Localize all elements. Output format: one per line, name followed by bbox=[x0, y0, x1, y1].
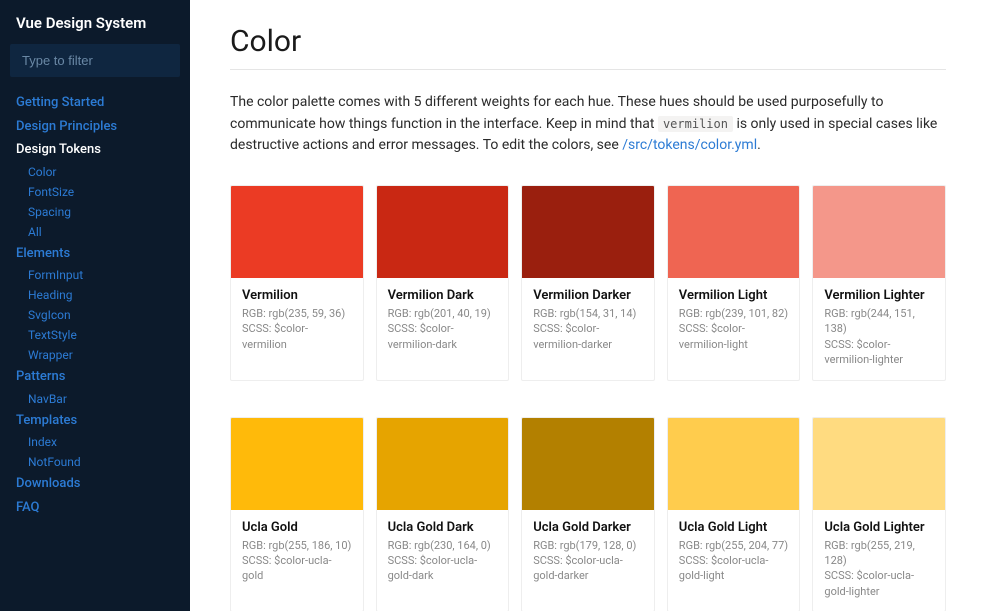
swatch-container: VermilionRGB: rgb(235, 59, 36)SCSS: $col… bbox=[230, 185, 946, 611]
app-title: Vue Design System bbox=[0, 14, 190, 44]
swatch-scss: SCSS: $color-vermilion bbox=[242, 321, 352, 352]
swatch-color bbox=[668, 186, 800, 278]
swatch-rgb: RGB: rgb(255, 186, 10) bbox=[242, 538, 352, 553]
swatch-name: Ucla Gold Darker bbox=[533, 520, 643, 535]
title-divider bbox=[230, 69, 946, 70]
nav-sub: IndexNotFound bbox=[0, 432, 190, 472]
swatch-info: Ucla Gold Light RGB: rgb(255, 204, 77)SCS… bbox=[668, 510, 800, 596]
nav-item-templates[interactable]: Templates bbox=[0, 409, 190, 433]
swatch-scss: SCSS: $color-vermilion-darker bbox=[533, 321, 643, 352]
nav-sub: NavBar bbox=[0, 389, 190, 409]
swatch-name: Vermilion Light bbox=[679, 288, 789, 303]
swatch-scss: SCSS: $color-ucla-gold bbox=[242, 553, 352, 584]
desc-code: vermilion bbox=[658, 116, 733, 132]
nav-item-patterns[interactable]: Patterns bbox=[0, 365, 190, 389]
swatch-name: Vermilion Lighter bbox=[824, 288, 934, 303]
swatch-rgb: RGB: rgb(255, 204, 77) bbox=[679, 538, 789, 553]
swatch-color bbox=[231, 418, 363, 510]
nav-sub: ColorFontSizeSpacingAll bbox=[0, 162, 190, 242]
nav-sub-item-index[interactable]: Index bbox=[12, 432, 190, 452]
sidebar: Vue Design System Getting StartedDesign … bbox=[0, 0, 190, 611]
nav-item-design-tokens[interactable]: Design Tokens bbox=[0, 138, 190, 162]
swatch-name: Vermilion Darker bbox=[533, 288, 643, 303]
page-description: The color palette comes with 5 different… bbox=[230, 92, 946, 157]
filter-input[interactable] bbox=[10, 44, 180, 77]
swatch-info: Vermilion Lighter RGB: rgb(244, 151, 138)… bbox=[813, 278, 945, 380]
sidebar-nav: Getting StartedDesign PrinciplesDesign T… bbox=[0, 91, 190, 519]
swatch-rgb: RGB: rgb(244, 151, 138) bbox=[824, 306, 934, 337]
nav-sub-item-svgicon[interactable]: SvgIcon bbox=[12, 305, 190, 325]
nav-sub-item-notfound[interactable]: NotFound bbox=[12, 452, 190, 472]
swatch-scss: SCSS: $color-vermilion-lighter bbox=[824, 337, 934, 368]
swatch-card: Ucla Gold Dark RGB: rgb(230, 164, 0)SCSS:… bbox=[376, 417, 510, 611]
swatch-name: Ucla Gold Lighter bbox=[824, 520, 934, 535]
swatch-rgb: RGB: rgb(154, 31, 14) bbox=[533, 306, 643, 321]
swatch-name: Ucla Gold Dark bbox=[388, 520, 498, 535]
desc-text: . bbox=[757, 137, 761, 153]
swatch-card: Vermilion Darker RGB: rgb(154, 31, 14)SCS… bbox=[521, 185, 655, 381]
swatch-card: Vermilion RGB: rgb(235, 59, 36)SCSS: $col… bbox=[230, 185, 364, 381]
swatch-info: Ucla Gold Darker RGB: rgb(179, 128, 0)SCS… bbox=[522, 510, 654, 596]
swatch-info: Vermilion RGB: rgb(235, 59, 36)SCSS: $col… bbox=[231, 278, 363, 364]
swatch-color bbox=[813, 418, 945, 510]
nav-item-downloads[interactable]: Downloads bbox=[0, 472, 190, 496]
swatch-rgb: RGB: rgb(235, 59, 36) bbox=[242, 306, 352, 321]
swatch-card: Vermilion Light RGB: rgb(239, 101, 82)SCS… bbox=[667, 185, 801, 381]
swatch-card: Ucla Gold RGB: rgb(255, 186, 10)SCSS: $co… bbox=[230, 417, 364, 611]
swatch-card: Ucla Gold Lighter RGB: rgb(255, 219, 128)… bbox=[812, 417, 946, 611]
swatch-name: Vermilion Dark bbox=[388, 288, 498, 303]
swatch-name: Ucla Gold bbox=[242, 520, 352, 535]
swatch-name: Vermilion bbox=[242, 288, 352, 303]
nav-sub-item-all[interactable]: All bbox=[12, 222, 190, 242]
swatch-color bbox=[813, 186, 945, 278]
swatch-row: VermilionRGB: rgb(235, 59, 36)SCSS: $col… bbox=[230, 185, 946, 381]
swatch-color bbox=[668, 418, 800, 510]
nav-item-faq[interactable]: FAQ bbox=[0, 496, 190, 520]
nav-sub-item-color[interactable]: Color bbox=[12, 162, 190, 182]
main-content: Color The color palette comes with 5 dif… bbox=[190, 0, 986, 611]
nav-sub-item-textstyle[interactable]: TextStyle bbox=[12, 325, 190, 345]
swatch-name: Ucla Gold Light bbox=[679, 520, 789, 535]
swatch-color bbox=[522, 418, 654, 510]
nav-item-design-principles[interactable]: Design Principles bbox=[0, 115, 190, 139]
swatch-info: Vermilion Darker RGB: rgb(154, 31, 14)SCS… bbox=[522, 278, 654, 364]
nav-sub: FormInputHeadingSvgIconTextStyleWrapper bbox=[0, 265, 190, 365]
nav-sub-item-navbar[interactable]: NavBar bbox=[12, 389, 190, 409]
swatch-rgb: RGB: rgb(201, 40, 19) bbox=[388, 306, 498, 321]
swatch-card: Ucla Gold Darker RGB: rgb(179, 128, 0)SCS… bbox=[521, 417, 655, 611]
swatch-rgb: RGB: rgb(179, 128, 0) bbox=[533, 538, 643, 553]
swatch-rgb: RGB: rgb(230, 164, 0) bbox=[388, 538, 498, 553]
desc-link[interactable]: /src/tokens/color.yml bbox=[622, 137, 757, 153]
nav-sub-item-wrapper[interactable]: Wrapper bbox=[12, 345, 190, 365]
page-title: Color bbox=[230, 24, 946, 59]
swatch-scss: SCSS: $color-vermilion-light bbox=[679, 321, 789, 352]
swatch-info: Ucla Gold Dark RGB: rgb(230, 164, 0)SCSS:… bbox=[377, 510, 509, 596]
swatch-card: Ucla Gold Light RGB: rgb(255, 204, 77)SCS… bbox=[667, 417, 801, 611]
swatch-scss: SCSS: $color-vermilion-dark bbox=[388, 321, 498, 352]
nav-sub-item-fontsize[interactable]: FontSize bbox=[12, 182, 190, 202]
swatch-rgb: RGB: rgb(239, 101, 82) bbox=[679, 306, 789, 321]
nav-sub-item-forminput[interactable]: FormInput bbox=[12, 265, 190, 285]
swatch-color bbox=[377, 186, 509, 278]
swatch-card: Vermilion Lighter RGB: rgb(244, 151, 138)… bbox=[812, 185, 946, 381]
swatch-info: Ucla Gold Lighter RGB: rgb(255, 219, 128)… bbox=[813, 510, 945, 611]
swatch-scss: SCSS: $color-ucla-gold-darker bbox=[533, 553, 643, 584]
swatch-color bbox=[377, 418, 509, 510]
swatch-info: Vermilion Light RGB: rgb(239, 101, 82)SCS… bbox=[668, 278, 800, 364]
swatch-color bbox=[522, 186, 654, 278]
swatch-scss: SCSS: $color-ucla-gold-dark bbox=[388, 553, 498, 584]
filter-box bbox=[10, 44, 180, 77]
swatch-info: Ucla Gold RGB: rgb(255, 186, 10)SCSS: $co… bbox=[231, 510, 363, 596]
nav-item-elements[interactable]: Elements bbox=[0, 242, 190, 266]
swatch-scss: SCSS: $color-ucla-gold-lighter bbox=[824, 568, 934, 599]
swatch-card: Vermilion Dark RGB: rgb(201, 40, 19)SCSS:… bbox=[376, 185, 510, 381]
nav-sub-item-heading[interactable]: Heading bbox=[12, 285, 190, 305]
swatch-scss: SCSS: $color-ucla-gold-light bbox=[679, 553, 789, 584]
swatch-rgb: RGB: rgb(255, 219, 128) bbox=[824, 538, 934, 569]
nav-item-getting-started[interactable]: Getting Started bbox=[0, 91, 190, 115]
swatch-color bbox=[231, 186, 363, 278]
nav-sub-item-spacing[interactable]: Spacing bbox=[12, 202, 190, 222]
swatch-info: Vermilion Dark RGB: rgb(201, 40, 19)SCSS:… bbox=[377, 278, 509, 364]
swatch-row: Ucla GoldRGB: rgb(255, 186, 10)SCSS: $co… bbox=[230, 417, 946, 611]
